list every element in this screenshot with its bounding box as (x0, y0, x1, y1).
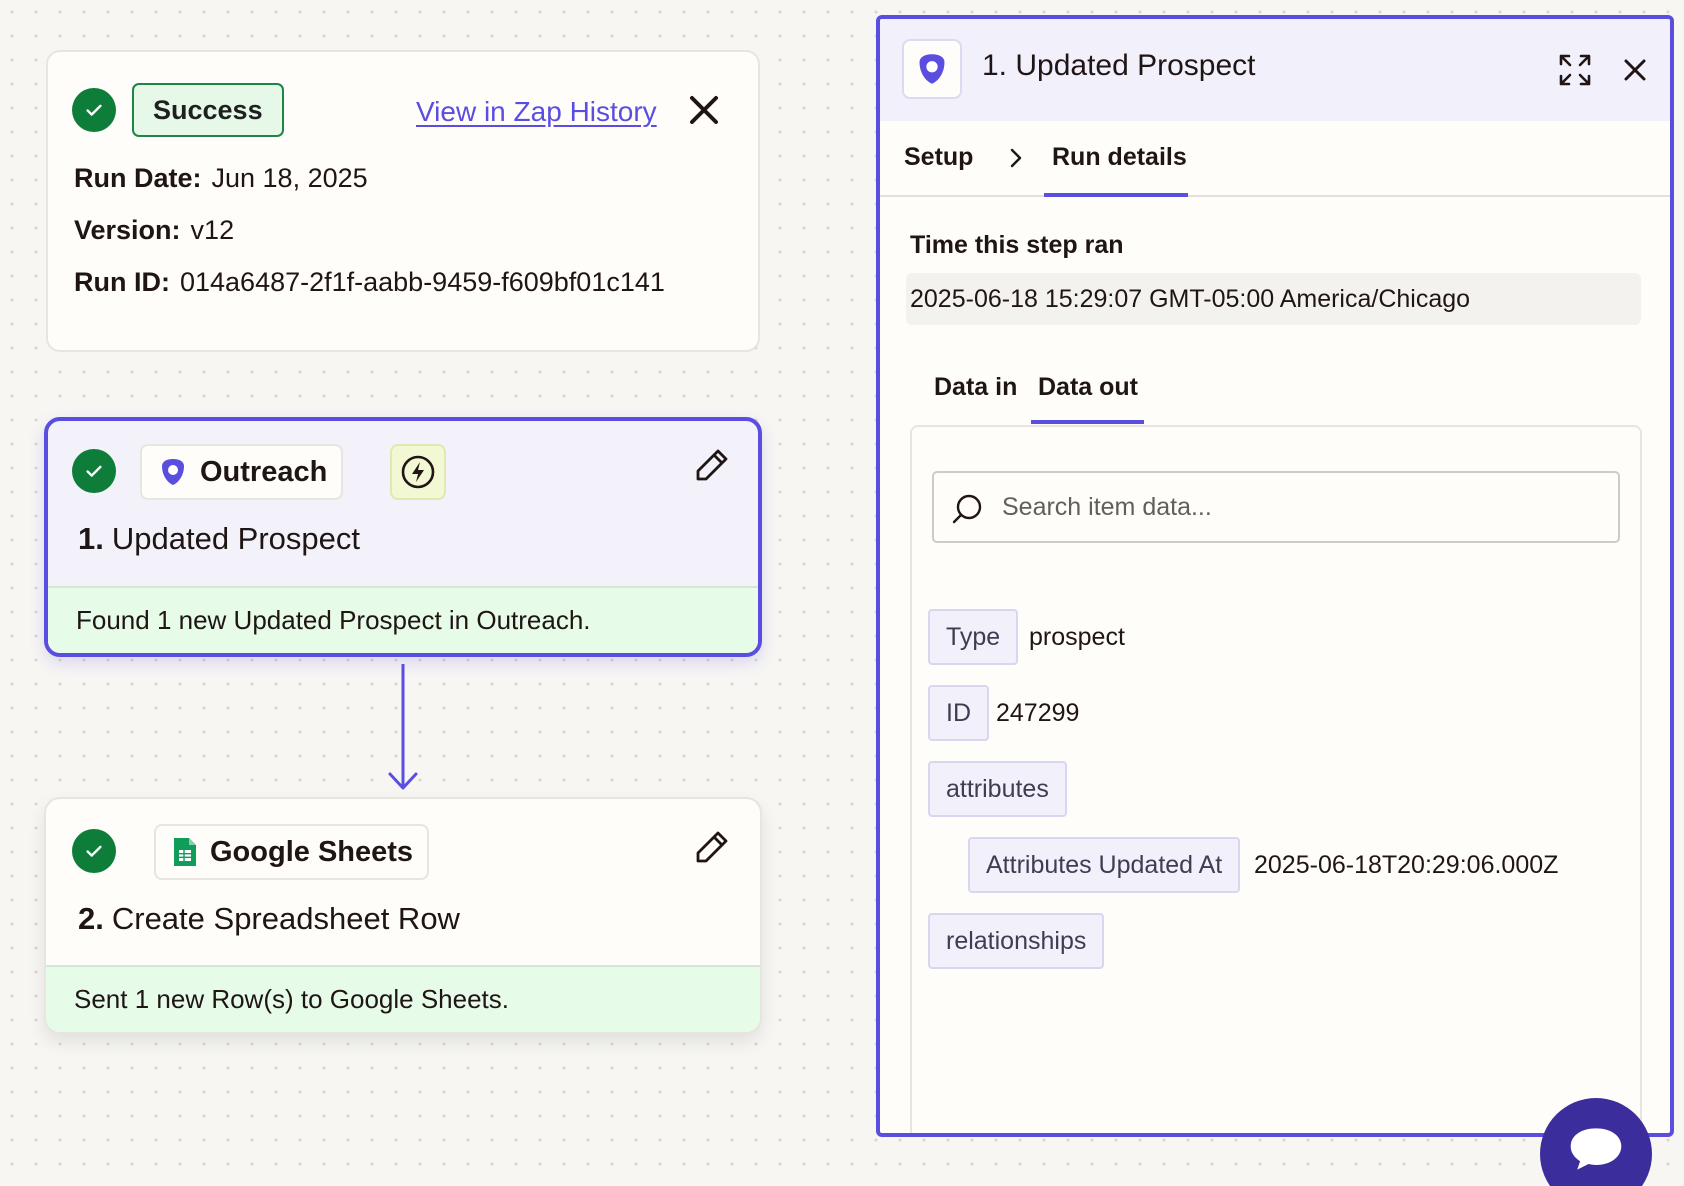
run-date-value: Jun 18, 2025 (211, 163, 368, 193)
step-name: Create Spreadsheet Row (111, 901, 460, 936)
tab-data-in[interactable]: Data in (934, 373, 1017, 402)
outreach-logo-icon (162, 459, 184, 485)
step-name: Updated Prospect (111, 521, 361, 556)
search-icon (952, 494, 982, 524)
data-out-box: Type prospect ID 247299 attributes Attri… (910, 425, 1642, 1133)
bolt-icon (390, 444, 446, 500)
tab-data-out[interactable]: Data out (1038, 373, 1138, 402)
panel-title: 1. Updated Prospect (982, 49, 1256, 82)
step-number: 1. (78, 521, 104, 556)
step-result: Sent 1 new Row(s) to Google Sheets. (46, 965, 760, 1032)
field-key-type[interactable]: Type (928, 609, 1019, 665)
app-name: Outreach (200, 455, 328, 488)
active-tab-indicator (1044, 193, 1188, 197)
time-label: Time this step ran (910, 231, 1124, 259)
field-key-relationships[interactable]: relationships (928, 913, 1105, 969)
field-key-id[interactable]: ID (928, 685, 989, 741)
version-row: Version: v12 (74, 215, 234, 246)
step-title: 2. Create Spreadsheet Row (78, 901, 460, 937)
arrow-down-icon (388, 664, 418, 790)
run-id-row: Run ID: 014a6487-2f1f-aabb-9459-f609bf01c… (74, 267, 665, 298)
view-zap-history-link[interactable]: View in Zap History (416, 96, 657, 128)
run-id-label: Run ID: (74, 267, 170, 297)
outreach-logo-icon (902, 39, 962, 99)
step-title: 1. Updated Prospect (78, 521, 360, 557)
pencil-icon[interactable] (694, 829, 730, 865)
run-summary-card: Success View in Zap History Run Date: Jun… (46, 50, 760, 352)
pencil-icon[interactable] (694, 447, 730, 483)
step-number: 2. (78, 901, 104, 936)
version-value: v12 (190, 215, 235, 245)
check-icon (72, 829, 116, 873)
search-field[interactable] (932, 471, 1620, 543)
chat-icon (1570, 1128, 1622, 1170)
version-label: Version: (74, 215, 181, 245)
field-value-id: 247299 (996, 699, 1080, 727)
tab-setup[interactable]: Setup (904, 143, 973, 172)
app-name: Google Sheets (210, 835, 414, 868)
time-value: 2025-06-18 15:29:07 GMT-05:00 America/Ch… (906, 273, 1641, 325)
field-key-attributes-updated-at[interactable]: Attributes Updated At (968, 837, 1241, 893)
step-card-updated-prospect[interactable]: Outreach 1. Updated Prospect Found 1 new … (44, 417, 762, 657)
app-chip-google-sheets: Google Sheets (154, 824, 430, 880)
check-icon (72, 88, 116, 132)
search-input[interactable] (1002, 475, 1602, 539)
step-result: Found 1 new Updated Prospect in Outreach… (48, 586, 758, 653)
tab-run-details[interactable]: Run details (1052, 143, 1187, 172)
active-data-tab-indicator (1031, 420, 1144, 424)
run-date-label: Run Date: (74, 163, 202, 193)
panel-nav: Setup Run details (880, 121, 1670, 197)
app-chip-outreach: Outreach (140, 444, 344, 500)
status-badge: Success (132, 83, 284, 137)
expand-icon[interactable] (1558, 53, 1592, 87)
close-icon[interactable] (686, 92, 722, 128)
google-sheets-icon (174, 838, 196, 866)
panel-header: 1. Updated Prospect (880, 19, 1670, 121)
step-card-create-spreadsheet-row[interactable]: Google Sheets 2. Create Spreadsheet Row S… (44, 797, 762, 1034)
field-value-attributes-updated-at: 2025-06-18T20:29:06.000Z (1254, 851, 1559, 879)
close-icon[interactable] (1622, 57, 1648, 83)
field-key-attributes[interactable]: attributes (928, 761, 1067, 817)
step-detail-panel: 1. Updated Prospect Setup Run details Ti… (876, 15, 1674, 1137)
run-id-value: 014a6487-2f1f-aabb-9459-f609bf01c141 (179, 267, 665, 297)
chevron-right-icon (1010, 148, 1022, 168)
field-value-type: prospect (1029, 623, 1125, 651)
run-date-row: Run Date: Jun 18, 2025 (74, 163, 368, 194)
check-icon (72, 449, 116, 493)
